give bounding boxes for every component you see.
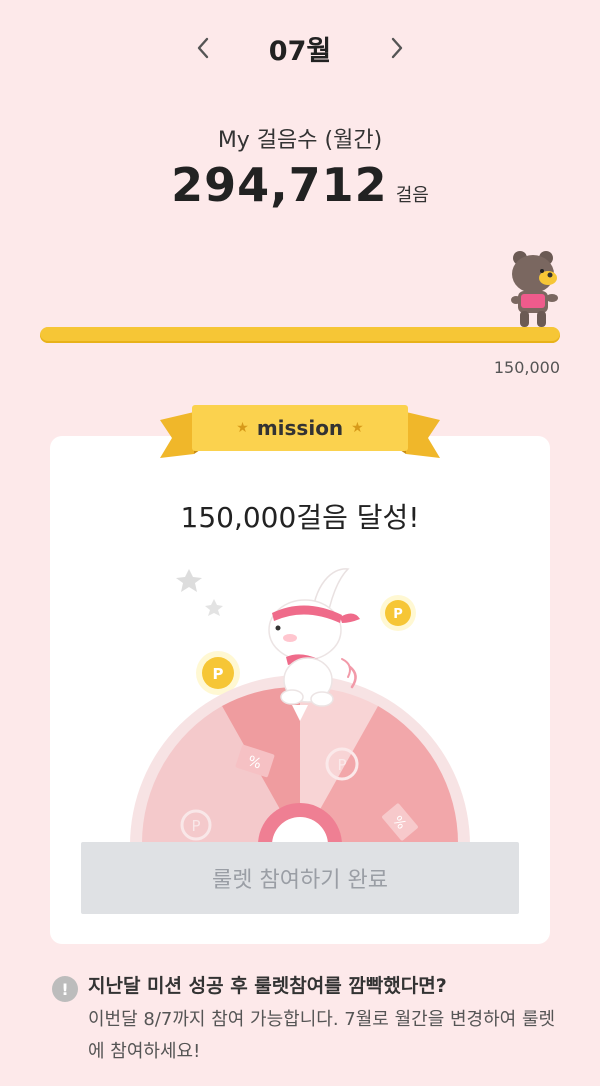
mission-title: 150,000걸음 달성! <box>180 501 420 534</box>
monthly-steps: 294,712 걸음 <box>0 158 600 212</box>
month-title: 07월 <box>268 35 332 67</box>
goal-steps-label: 150,000 <box>493 358 560 377</box>
star-icon: ★ <box>351 420 364 436</box>
monthly-steps-label: My 걸음수 (월간) <box>217 128 383 153</box>
roulette-illustration: P P P P % % <box>130 568 470 845</box>
monthly-progress-bar <box>40 327 560 343</box>
next-month-button[interactable] <box>377 28 417 68</box>
coin-icon: P <box>196 651 240 695</box>
steps-count: 294,712 <box>171 158 388 212</box>
mission-badge: ★ mission ★ <box>192 405 408 451</box>
svg-text:P: P <box>191 817 200 835</box>
steps-unit: 걸음 <box>395 185 429 206</box>
chevron-left-icon <box>197 37 208 59</box>
star-icon <box>176 569 202 592</box>
star-icon <box>205 599 223 616</box>
mission-badge-label: mission <box>256 416 344 440</box>
exclamation-icon: ! <box>52 976 78 1002</box>
roulette-completed-button[interactable]: 룰렛 참여하기 완료 <box>81 842 519 914</box>
month-navigation: 07월 <box>0 22 600 74</box>
svg-text:P: P <box>213 665 224 683</box>
svg-text:P: P <box>337 756 346 774</box>
notice: ! 지난달 미션 성공 후 룰렛참여를 깜빡했다면? 이번달 8/7까지 참여 … <box>52 972 562 1068</box>
coin-icon: P <box>380 595 416 631</box>
progress-fill <box>40 327 560 343</box>
svg-text:P: P <box>393 607 403 622</box>
notice-title: 지난달 미션 성공 후 룰렛참여를 깜빡했다면? <box>88 975 447 997</box>
star-icon: ★ <box>236 420 249 436</box>
prev-month-button[interactable] <box>183 28 223 68</box>
notice-description: 이번달 8/7까지 참여 가능합니다. 7월로 월간을 변경하여 룰렛에 참여하… <box>88 1009 556 1062</box>
chevron-right-icon <box>392 37 403 59</box>
bear-character-icon <box>511 251 558 327</box>
